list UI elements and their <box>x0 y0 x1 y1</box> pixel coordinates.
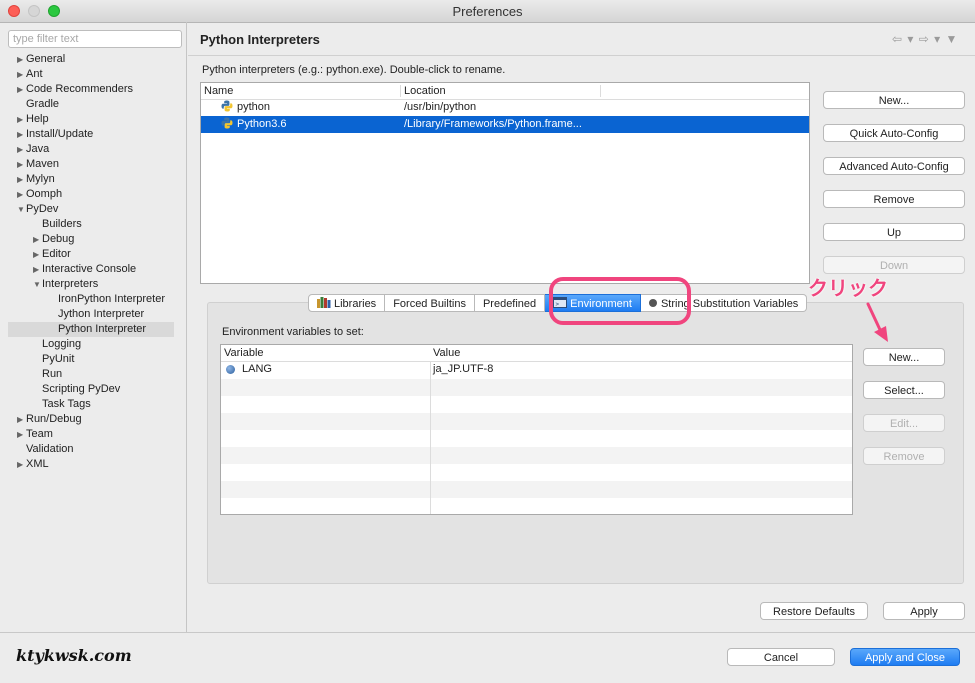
tree-item-interpreters[interactable]: ▼ Interpreters <box>33 277 98 292</box>
tree-item-scripting-pydev[interactable]: Scripting PyDev <box>42 382 120 397</box>
interpreter-name: python <box>237 101 271 113</box>
interpreters-description: Python interpreters (e.g.: python.exe). … <box>202 64 506 76</box>
twisty-icon[interactable]: ▶ <box>33 232 39 247</box>
env-var-value: ja_JP.UTF-8 <box>433 363 494 375</box>
interpreter-row-selected[interactable]: Python3.6 /Library/Frameworks/Python.fra… <box>201 116 809 133</box>
watermark-logo: ktykwsk.com <box>16 646 132 665</box>
interpreter-location: /usr/bin/python <box>404 101 477 113</box>
tree-item-python-interpreter[interactable]: Python Interpreter <box>8 322 174 337</box>
tree-item-run[interactable]: Run <box>42 367 62 382</box>
tree-item-help[interactable]: ▶ Help <box>17 112 49 127</box>
twisty-icon[interactable]: ▼ <box>17 202 25 217</box>
footer-separator <box>0 632 975 633</box>
tree-item-debug[interactable]: ▶ Debug <box>33 232 74 247</box>
python-icon <box>221 117 233 129</box>
interpreters-table-header: Name Location <box>201 83 809 100</box>
new-env-var-button[interactable]: New... <box>863 348 945 366</box>
twisty-icon[interactable]: ▶ <box>17 67 23 82</box>
tree-item-task-tags[interactable]: Task Tags <box>42 397 91 412</box>
twisty-icon[interactable]: ▶ <box>33 247 39 262</box>
twisty-icon[interactable]: ▶ <box>17 82 23 97</box>
twisty-icon[interactable]: ▶ <box>17 157 23 172</box>
column-header-value[interactable]: Value <box>433 345 460 361</box>
libraries-icon <box>317 297 331 308</box>
up-button[interactable]: Up <box>823 223 965 241</box>
restore-defaults-button[interactable]: Restore Defaults <box>760 602 868 620</box>
env-vars-table[interactable]: Variable Value LANG ja_JP.UTF-8 <box>220 344 853 515</box>
tree-item-editor[interactable]: ▶ Editor <box>33 247 71 262</box>
annotation-arrow-icon <box>866 302 888 342</box>
tree-item-gradle[interactable]: Gradle <box>26 97 59 112</box>
annotation-label: クリック <box>808 278 888 300</box>
variable-icon <box>226 365 235 374</box>
twisty-icon[interactable]: ▶ <box>33 262 39 277</box>
column-header-location[interactable]: Location <box>404 83 446 99</box>
column-header-variable[interactable]: Variable <box>224 345 264 361</box>
tree-item-pyunit[interactable]: PyUnit <box>42 352 74 367</box>
twisty-icon[interactable]: ▼ <box>33 277 41 292</box>
twisty-icon[interactable]: ▶ <box>17 187 23 202</box>
advanced-auto-config-button[interactable]: Advanced Auto-Config <box>823 157 965 175</box>
window-title: Preferences <box>452 4 523 19</box>
interpreter-location: /Library/Frameworks/Python.frame... <box>404 118 582 130</box>
twisty-icon[interactable]: ▶ <box>17 427 23 442</box>
tab-libraries[interactable]: Libraries <box>308 294 386 312</box>
remove-env-var-button[interactable]: Remove <box>863 447 945 465</box>
twisty-icon[interactable]: ▶ <box>17 127 23 142</box>
tab-predefined[interactable]: Predefined <box>474 294 546 312</box>
apply-button[interactable]: Apply <box>883 602 965 620</box>
interpreters-table[interactable]: Name Location python /usr/bin/python Pyt… <box>200 82 810 284</box>
tree-item-oomph[interactable]: ▶ Oomph <box>17 187 62 202</box>
remove-interpreter-button[interactable]: Remove <box>823 190 965 208</box>
twisty-icon[interactable]: ▶ <box>17 112 23 127</box>
twisty-icon[interactable]: ▶ <box>17 412 23 427</box>
tree-item-mylyn[interactable]: ▶ Mylyn <box>17 172 55 187</box>
select-env-var-button[interactable]: Select... <box>863 381 945 399</box>
twisty-icon[interactable]: ▶ <box>17 457 23 472</box>
tree-item-builders[interactable]: Builders <box>42 217 82 232</box>
tab-forced-builtins[interactable]: Forced Builtins <box>385 294 475 312</box>
page-title: Python Interpreters <box>200 32 320 47</box>
new-interpreter-button[interactable]: New... <box>823 91 965 109</box>
tree-item-java[interactable]: ▶ Java <box>17 142 49 157</box>
tree-item-team[interactable]: ▶ Team <box>17 427 53 442</box>
tree-item-xml[interactable]: ▶ XML <box>17 457 49 472</box>
filter-input[interactable] <box>8 30 182 48</box>
twisty-icon[interactable]: ▶ <box>17 52 23 67</box>
interpreter-row[interactable]: python /usr/bin/python <box>201 99 809 116</box>
header-separator <box>188 55 975 56</box>
twisty-icon[interactable]: ▶ <box>17 142 23 157</box>
tree-item-pydev[interactable]: ▼ PyDev <box>17 202 58 217</box>
python-icon <box>221 100 233 112</box>
tree-item-code-recommenders[interactable]: ▶ Code Recommenders <box>17 82 133 97</box>
tree-item-run-debug[interactable]: ▶ Run/Debug <box>17 412 82 427</box>
quick-auto-config-button[interactable]: Quick Auto-Config <box>823 124 965 142</box>
env-table-header: Variable Value <box>221 345 852 362</box>
tree-item-maven[interactable]: ▶ Maven <box>17 157 59 172</box>
tree-item-ironpython-interpreter[interactable]: IronPython Interpreter <box>58 292 165 307</box>
navigation-arrows-icon[interactable]: ⇦ ▾ ⇨ ▾ ▼ <box>892 32 958 46</box>
cancel-button[interactable]: Cancel <box>727 648 835 666</box>
tree-item-validation[interactable]: Validation <box>26 442 74 457</box>
env-var-row[interactable]: LANG ja_JP.UTF-8 <box>221 361 852 378</box>
twisty-icon[interactable]: ▶ <box>17 172 23 187</box>
tree-item-interactive-console[interactable]: ▶ Interactive Console <box>33 262 136 277</box>
column-header-name[interactable]: Name <box>204 83 233 99</box>
tree-item-ant[interactable]: ▶ Ant <box>17 67 43 82</box>
annotation-highlight <box>549 277 691 325</box>
interpreter-name: Python3.6 <box>237 118 287 130</box>
tree-item-logging[interactable]: Logging <box>42 337 81 352</box>
tree-item-jython-interpreter[interactable]: Jython Interpreter <box>58 307 144 322</box>
tree-item-general[interactable]: ▶ General <box>17 52 65 67</box>
env-var-name: LANG <box>242 363 272 375</box>
window-titlebar: Preferences <box>0 0 975 23</box>
apply-and-close-button[interactable]: Apply and Close <box>850 648 960 666</box>
edit-env-var-button[interactable]: Edit... <box>863 414 945 432</box>
tree-item-install-update[interactable]: ▶ Install/Update <box>17 127 93 142</box>
env-vars-label: Environment variables to set: <box>222 326 364 338</box>
pane-divider[interactable] <box>186 22 187 632</box>
